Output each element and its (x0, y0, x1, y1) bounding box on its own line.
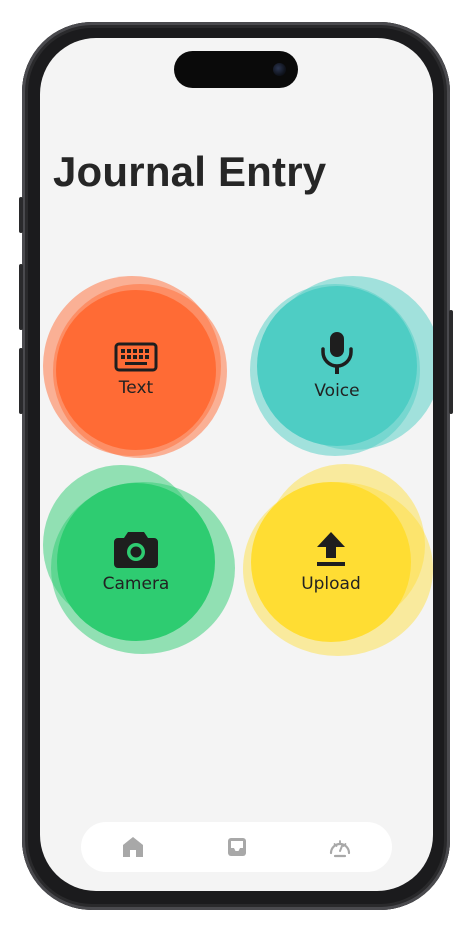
voice-entry-label: Voice (314, 381, 360, 401)
text-entry-label: Text (118, 378, 154, 398)
upload-icon (314, 530, 348, 568)
text-entry-button[interactable]: Text (43, 276, 243, 476)
page-title: Journal Entry (53, 148, 327, 195)
camera-icon (114, 530, 158, 568)
action-button (19, 197, 23, 233)
volume-up-button (19, 264, 23, 330)
voice-entry-button[interactable]: Voice (247, 276, 433, 476)
inbox-icon[interactable] (225, 835, 249, 859)
upload-entry-label: Upload (301, 574, 361, 594)
front-camera (273, 63, 286, 76)
camera-entry-label: Camera (102, 574, 170, 594)
dynamic-island (174, 51, 298, 88)
bottom-nav (81, 822, 392, 872)
keyboard-icon (114, 342, 158, 372)
home-icon[interactable] (121, 835, 145, 859)
upload-entry-button[interactable]: Upload (243, 464, 433, 664)
dashboard-icon[interactable] (328, 835, 352, 859)
power-button (449, 310, 453, 414)
microphone-icon (319, 331, 355, 375)
camera-entry-button[interactable]: Camera (43, 465, 243, 665)
app-screen: Journal Entry Text Voice Camera Upload (40, 38, 433, 891)
volume-down-button (19, 348, 23, 414)
